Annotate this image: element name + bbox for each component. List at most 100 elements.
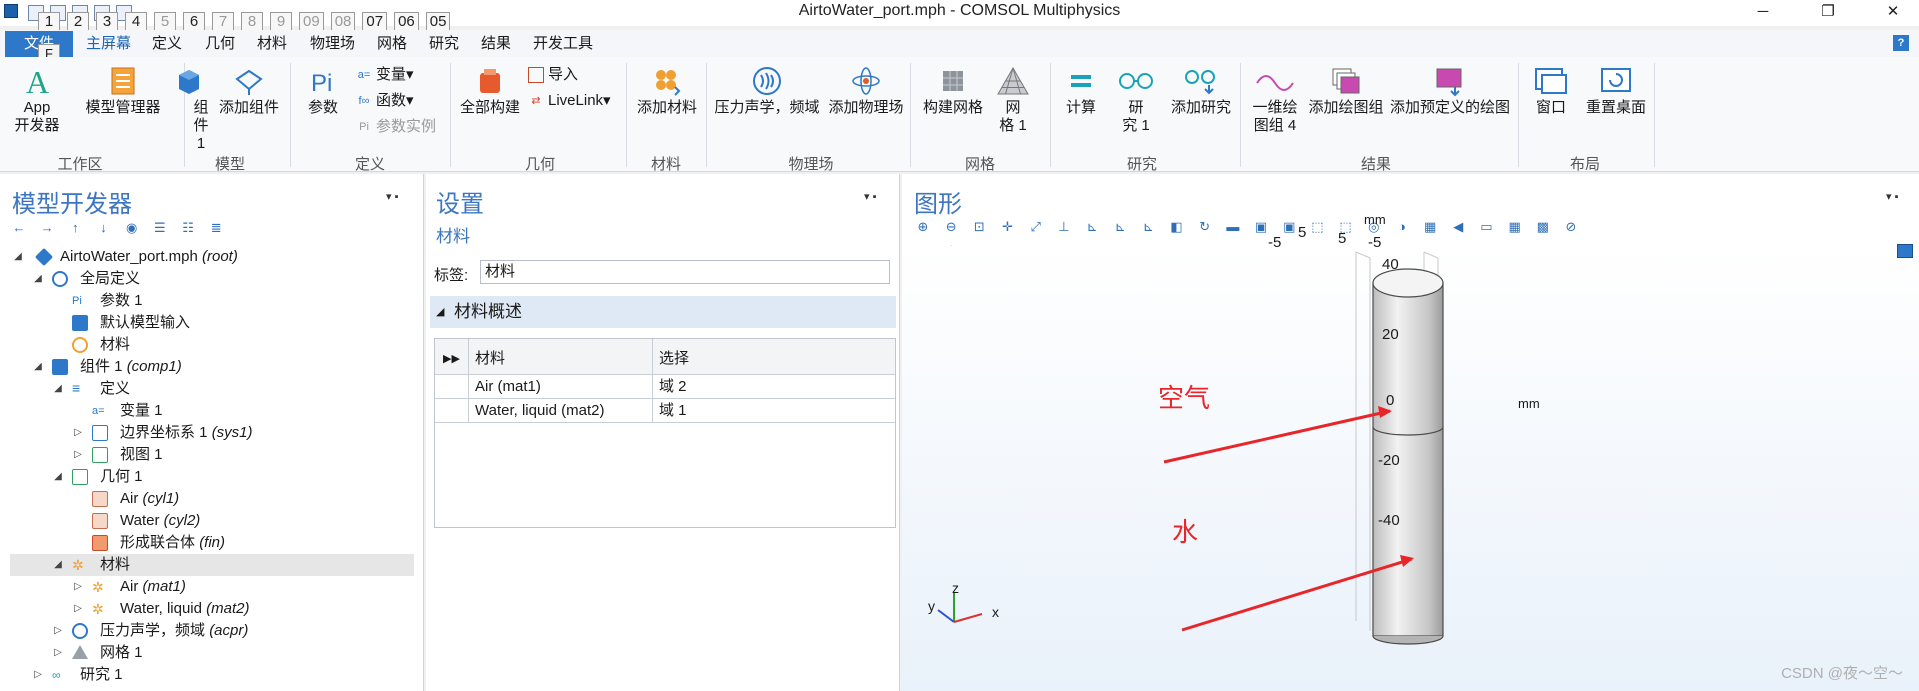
rotate-icon[interactable]: ↻	[1196, 218, 1214, 236]
tree-node-parameters[interactable]: Pi 参数 1	[10, 290, 414, 312]
tab-geometry[interactable]: 几何	[205, 32, 235, 57]
study1-button[interactable]: 研 究 1	[1108, 65, 1164, 135]
tab-materials[interactable]: 材料	[257, 32, 287, 57]
parameters-button[interactable]: Pi 参数	[300, 65, 346, 117]
forward-icon[interactable]: →	[38, 219, 56, 237]
pane-menu-icon[interactable]: ▾ ▪	[386, 190, 398, 203]
xz-view-icon[interactable]: ⊾	[1139, 218, 1157, 236]
xy-view-icon[interactable]: ⊾	[1083, 218, 1101, 236]
expand-columns-icon[interactable]: ▶▶	[435, 339, 469, 375]
variables-button[interactable]: a= 变量 ▾	[356, 65, 414, 85]
tree-node-study1[interactable]: ▷ ∞ 研究 1	[10, 664, 414, 686]
table-row[interactable]: Water, liquid (mat2) 域 1	[435, 399, 895, 423]
build-all-button[interactable]: 全部构建	[458, 65, 522, 117]
app-builder-button[interactable]: A App 开发器	[12, 65, 62, 135]
select-box-icon[interactable]: ⬚	[1308, 218, 1326, 236]
add-component-button[interactable]: 添加组件	[214, 65, 284, 117]
z-tick-20: 20	[1382, 326, 1399, 343]
tab-mesh[interactable]: 网格	[377, 32, 407, 57]
add-plot-group-button[interactable]: 添加绘图组	[1306, 65, 1386, 117]
collapse-icon[interactable]: ☷	[179, 219, 197, 237]
label-field[interactable]: 材料	[480, 260, 890, 284]
pressure-acoustics-button[interactable]: 压力声学，频域	[712, 65, 822, 117]
select-mode-icon[interactable]: ◀	[1449, 218, 1467, 236]
tree-node-definitions[interactable]: ◢ ≡ 定义	[10, 378, 414, 400]
tree-node-default-model-inputs[interactable]: 默认模型输入	[10, 312, 414, 334]
minimize-button[interactable]: ─	[1740, 0, 1786, 26]
tab-developer[interactable]: 开发工具	[533, 32, 593, 57]
livelink-button[interactable]: ⇄ LiveLink ▾	[528, 91, 610, 111]
graphics-canvas[interactable]: -5 5 5 -5 mm 40 20 0 -20 -40 mm 空气 水 z x…	[902, 212, 1919, 691]
tree-node-pressure-acoustics[interactable]: ▷ 压力声学，频域 (acpr)	[10, 620, 414, 642]
functions-button[interactable]: f∞ 函数 ▾	[356, 91, 414, 111]
windows-button[interactable]: 窗口	[1528, 65, 1574, 117]
back-icon[interactable]: ←	[10, 219, 28, 237]
tree-node-global-materials[interactable]: 材料	[10, 334, 414, 356]
tree-node-global-definitions[interactable]: ◢ 全局定义	[10, 268, 414, 290]
scene-light-icon[interactable]: ▬	[1224, 218, 1242, 236]
reset-desktop-button[interactable]: 重置桌面	[1578, 65, 1654, 117]
tab-home[interactable]: 主屏幕	[86, 32, 131, 57]
pane-menu-icon[interactable]: ▾ ▪	[1886, 190, 1898, 203]
axis-triad	[937, 592, 983, 623]
tree-node-air-mat[interactable]: ▷ ✲ Air (mat1)	[10, 576, 414, 598]
tree-node-water-cyl[interactable]: Water (cyl2)	[10, 510, 414, 532]
material-overview-section[interactable]: ◢ 材料概述	[430, 296, 896, 328]
tree-node-form-union[interactable]: 形成联合体 (fin)	[10, 532, 414, 554]
yz-view-icon[interactable]: ⊾	[1111, 218, 1129, 236]
import-button[interactable]: 导入	[528, 65, 578, 85]
tree-node-view1[interactable]: ▷ 视图 1	[10, 444, 414, 466]
add-physics-button[interactable]: 添加物理场	[826, 65, 906, 117]
add-predefined-plot-button[interactable]: 添加预定义的绘图	[1388, 65, 1512, 117]
highlight-icon[interactable]: ▭	[1477, 218, 1495, 236]
parameter-case-button[interactable]: Pi 参数实例	[356, 117, 436, 137]
restore-button[interactable]: ❐	[1805, 0, 1851, 26]
tree-node-boundary-system[interactable]: ▷ 边界坐标系 1 (sys1)	[10, 422, 414, 444]
close-button[interactable]: ✕	[1870, 0, 1916, 26]
mesh1-button[interactable]: 网 格 1	[988, 65, 1038, 135]
compute-button[interactable]: 计算	[1058, 65, 1104, 117]
show-axis-icon[interactable]: ▩	[1534, 218, 1552, 236]
tree-node-root[interactable]: ◢ AirtoWater_port.mph (root)	[10, 246, 414, 268]
axis-icon[interactable]: ⊥	[1055, 218, 1073, 236]
build-mesh-button[interactable]: 构建网格	[918, 65, 988, 117]
tab-study[interactable]: 研究	[429, 32, 459, 57]
zoom-extents-icon[interactable]: ⤢	[1027, 218, 1045, 236]
camera-icon[interactable]: ◧	[1168, 218, 1186, 236]
move-up-icon[interactable]: ↑	[66, 219, 84, 237]
show-grid-icon[interactable]: ▦	[1506, 218, 1524, 236]
transparency-icon[interactable]: ◑	[1393, 218, 1411, 236]
tab-results[interactable]: 结果	[481, 32, 511, 57]
tab-physics[interactable]: 物理场	[310, 32, 355, 57]
center-icon[interactable]: ✛	[999, 218, 1017, 236]
table-row[interactable]: Air (mat1) 域 2	[435, 375, 895, 399]
tree-node-geometry1[interactable]: ◢ 几何 1	[10, 466, 414, 488]
show-icon[interactable]: ◉	[123, 219, 141, 237]
tab-definitions[interactable]: 定义	[152, 32, 182, 57]
tree-node-water-mat[interactable]: ▷ ✲ Water, liquid (mat2)	[10, 598, 414, 620]
zoom-in-icon[interactable]: ⊕	[914, 218, 932, 236]
zoom-out-icon[interactable]: ⊖	[942, 218, 960, 236]
collapse-icon: ◢	[436, 306, 445, 318]
tree-node-component1[interactable]: ◢ 组件 1 (comp1)	[10, 356, 414, 378]
wireframe-icon[interactable]: ▦	[1421, 218, 1439, 236]
add-study-button[interactable]: 添加研究	[1166, 65, 1236, 117]
tree-node-mesh1[interactable]: ▷ 网格 1	[10, 642, 414, 664]
pane-menu-icon[interactable]: ▾ ▪	[864, 190, 876, 203]
clear-icon[interactable]: ⊘	[1562, 218, 1580, 236]
tree-node-materials[interactable]: ◢ ✲ 材料	[10, 554, 414, 576]
help-icon[interactable]: ?	[1893, 35, 1909, 51]
graphics-badge-icon[interactable]	[1897, 244, 1913, 258]
tree-node-air-cyl[interactable]: Air (cyl1)	[10, 488, 414, 510]
model-manager-button[interactable]: 模型管理器	[68, 65, 178, 117]
expand-icon[interactable]: ☰	[151, 219, 169, 237]
add-material-button[interactable]: 添加材料	[632, 65, 702, 117]
select-domain-icon[interactable]: ▣	[1280, 218, 1298, 236]
tree-label: 网格 1	[100, 644, 143, 661]
move-down-icon[interactable]: ↓	[95, 219, 113, 237]
zoom-box-icon[interactable]: ⊡	[970, 218, 988, 236]
tree-node-variables1[interactable]: a= 变量 1	[10, 400, 414, 422]
component-button[interactable]: 组 件 1	[164, 65, 214, 153]
list-icon[interactable]: ≣	[207, 219, 225, 237]
plot-group-1d-button[interactable]: 一维绘 图组 4	[1244, 65, 1306, 135]
